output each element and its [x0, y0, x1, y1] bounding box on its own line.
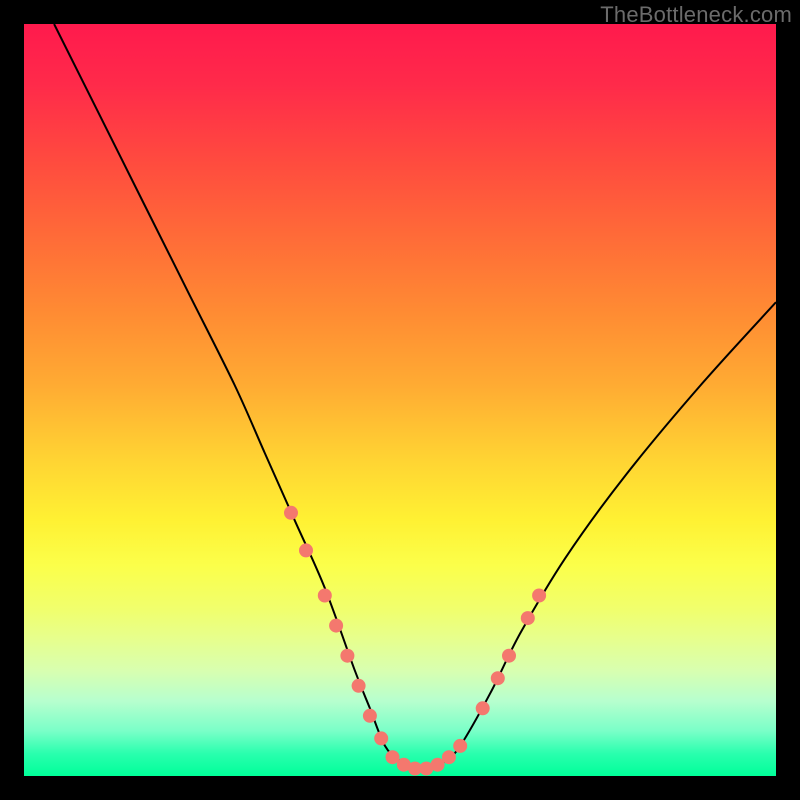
highlight-dot: [340, 649, 354, 663]
highlight-dot: [363, 709, 377, 723]
bottleneck-chart: [24, 24, 776, 776]
bottleneck-curve-line: [54, 24, 776, 769]
highlight-dots-group: [284, 506, 546, 776]
highlight-dot: [329, 619, 343, 633]
highlight-dot: [284, 506, 298, 520]
highlight-dot: [442, 750, 456, 764]
highlight-dot: [521, 611, 535, 625]
highlight-dot: [374, 731, 388, 745]
watermark-text: TheBottleneck.com: [600, 2, 792, 28]
highlight-dot: [299, 543, 313, 557]
highlight-dot: [453, 739, 467, 753]
highlight-dot: [352, 679, 366, 693]
highlight-dot: [532, 589, 546, 603]
highlight-dot: [491, 671, 505, 685]
highlight-dot: [502, 649, 516, 663]
highlight-dot: [476, 701, 490, 715]
highlight-dot: [318, 589, 332, 603]
